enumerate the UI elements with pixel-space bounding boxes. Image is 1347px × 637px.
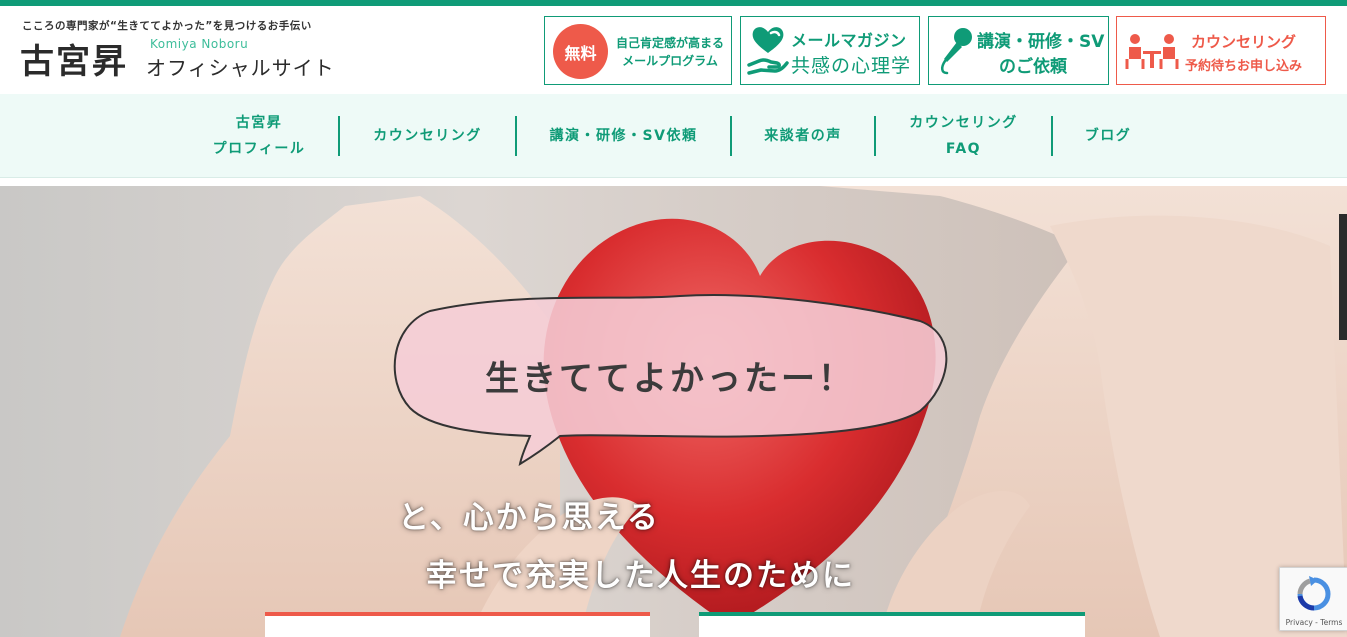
mail-magazine-subtitle: 共感の心理学 (791, 55, 912, 77)
nav-item-profile-line1: 古宮昇 (235, 115, 283, 131)
site-tagline: こころの専門家が“生きててよかった”を見つけるお手伝い (22, 20, 312, 32)
microphone-icon (941, 28, 972, 75)
hero-banner: 生きててよかったー！ と、心から思える 幸せで充実した人生のために Privac… (0, 186, 1347, 637)
nav-item-blog[interactable]: ブログ (1053, 94, 1163, 178)
hero-bubble-text: 生きててよかったー！ (485, 359, 855, 399)
free-program-label: 自己肯定感が高まる メールプログラム (615, 34, 725, 70)
recaptcha-icon (1297, 576, 1331, 611)
nav-item-profile-line2: プロフィール (212, 141, 306, 157)
hero-tagline-line2: 幸せで充実した人生のために (426, 558, 855, 594)
lecture-request-subtitle: のご依頼 (999, 57, 1067, 77)
heart-hand-icon (747, 27, 789, 75)
free-program-line2: メールプログラム (622, 54, 718, 68)
lecture-request-title: 講演・研修・SV (977, 32, 1105, 52)
nav-item-faq-line1: カウンセリング (909, 115, 1018, 131)
recaptcha-badge[interactable]: Privacy - Terms (1279, 567, 1347, 631)
free-program-line1: 自己肯定感が高まる (615, 36, 724, 50)
nav-item-client-voices[interactable]: 来談者の声 (732, 94, 874, 178)
site-logo-subtitle[interactable]: オフィシャルサイト (146, 52, 335, 81)
counseling-waitlist-title: カウンセリング (1191, 33, 1297, 51)
free-mail-program-button[interactable]: 無料 自己肯定感が高まる メールプログラム (544, 16, 732, 85)
nav-item-counseling-faq[interactable]: カウンセリング FAQ (876, 94, 1051, 178)
nav-item-lecture-request[interactable]: 講演・研修・SV依頼 (517, 94, 730, 178)
hero-tagline-line1: と、心から思える (398, 500, 660, 536)
site-logo-roman: Komiya Noboru (150, 37, 249, 51)
nav-item-faq-line2: FAQ (945, 141, 982, 157)
counseling-waitlist-subtitle: 予約待ちお申し込み (1185, 59, 1303, 74)
recaptcha-terms-link[interactable]: Privacy - Terms (1280, 618, 1347, 627)
mail-magazine-button[interactable]: メールマガジン 共感の心理学 (740, 16, 920, 85)
feature-card-left[interactable] (265, 612, 650, 637)
mail-magazine-title: メールマガジン (791, 31, 907, 50)
free-badge: 無料 (553, 24, 608, 79)
main-navigation: 古宮昇 プロフィール カウンセリング 講演・研修・SV依頼 来談者の声 カウンセ… (0, 94, 1347, 178)
site-logo-name[interactable]: 古宮昇 (20, 34, 128, 83)
lecture-request-button[interactable]: 講演・研修・SV のご依頼 (928, 16, 1109, 85)
nav-item-profile[interactable]: 古宮昇 プロフィール (180, 94, 338, 178)
nav-item-counseling[interactable]: カウンセリング (340, 94, 515, 178)
site-header: こころの専門家が“生きててよかった”を見つけるお手伝い 古宮昇 Komiya N… (0, 6, 1347, 94)
counseling-waitlist-button[interactable]: カウンセリング 予約待ちお申し込み (1116, 16, 1326, 85)
side-floating-tab[interactable] (1339, 214, 1347, 340)
feature-card-right[interactable] (699, 612, 1085, 637)
counseling-icon (1125, 34, 1179, 69)
